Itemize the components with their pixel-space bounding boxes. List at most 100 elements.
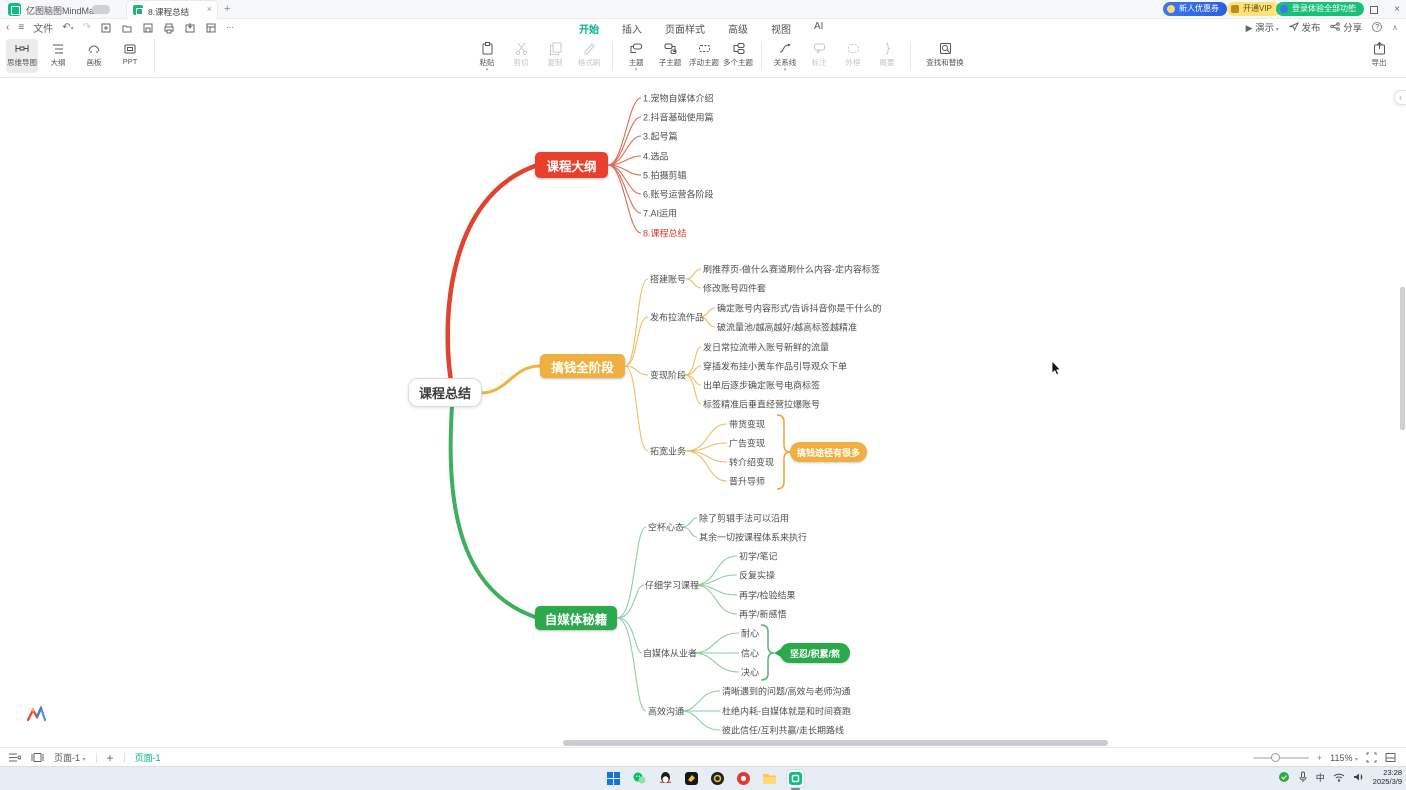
export-file-icon[interactable] [184, 22, 196, 34]
taskbar-icon-file-explorer[interactable] [760, 769, 779, 788]
open-vip-button[interactable]: 开通VIP [1227, 2, 1280, 16]
node[interactable]: 清晰遇到的问题/高效与老师沟通 [722, 685, 851, 698]
save-icon[interactable] [142, 22, 154, 34]
node[interactable]: 2.抖音基础使用篇 [643, 111, 714, 124]
taskbar-icon-jianying[interactable] [682, 769, 701, 788]
taskbar-icon-wechat[interactable] [630, 769, 649, 788]
node[interactable]: 拓宽业务 [650, 445, 686, 458]
page-list-icon[interactable] [8, 752, 21, 763]
node[interactable]: 发日常拉流带入账号新鲜的流量 [703, 341, 829, 354]
topic-media-secrets[interactable]: 自媒体秘籍 [535, 606, 617, 630]
vertical-scrollbar[interactable] [1400, 287, 1405, 430]
minimap-icon[interactable] [1385, 752, 1396, 763]
node[interactable]: 刷推荐页-做什么赛道刷什么内容-定内容标签 [703, 263, 880, 276]
add-page-button[interactable]: + [107, 751, 114, 765]
node[interactable]: 5.拍摄剪辑 [643, 169, 687, 182]
node-highlighted[interactable]: 8.课程总结 [643, 227, 687, 240]
summary-callout-money[interactable]: 搞钱途径有很多 [790, 442, 867, 462]
fit-screen-icon[interactable] [1366, 752, 1377, 763]
node[interactable]: 空杯心态 [648, 521, 684, 534]
node[interactable]: 初学/笔记 [739, 550, 778, 563]
node[interactable]: 广告变现 [729, 437, 765, 450]
node[interactable]: 发布拉流作品 [650, 311, 704, 324]
close-button[interactable]: × [1394, 4, 1400, 15]
node[interactable]: 反复实操 [739, 569, 775, 582]
node[interactable]: 标签精准后垂直经营拉爆账号 [703, 398, 820, 411]
node[interactable]: 转介绍变现 [729, 456, 774, 469]
present-button[interactable]: ▶ 演示 ▾ [1246, 20, 1279, 34]
open-folder-icon[interactable] [121, 22, 133, 34]
node[interactable]: 破流量池/越高越好/越高标签越精准 [717, 321, 857, 334]
view-ppt-button[interactable]: PPT [114, 39, 146, 73]
hamburger-icon[interactable]: ≡ [18, 22, 24, 33]
toolbar-floating-topic-button[interactable]: 浮动主题 [687, 39, 721, 68]
node[interactable]: 7.AI运用 [643, 207, 677, 220]
collapse-ribbon-icon[interactable]: ∧ [1392, 23, 1398, 32]
back-icon[interactable]: ‹ [6, 22, 9, 33]
redo-icon[interactable]: ↷ [83, 22, 91, 33]
view-mindmap-button[interactable]: 思维导图 [6, 39, 38, 73]
central-topic[interactable]: 课程总结 [408, 378, 482, 407]
node[interactable]: 自媒体从业者 [643, 647, 697, 660]
horizontal-scrollbar[interactable] [563, 740, 1108, 746]
new-tab-button[interactable]: + [224, 3, 230, 15]
new-file-icon[interactable] [100, 22, 112, 34]
right-panel-collapse-arrow[interactable]: ‹ [1394, 90, 1406, 105]
zoom-in-button[interactable]: + [1317, 753, 1322, 763]
microphone-icon[interactable] [1298, 771, 1308, 783]
zoom-slider[interactable] [1253, 757, 1309, 759]
page-select[interactable]: 页面-1 ▾ [54, 751, 86, 764]
page-thumbnail-icon[interactable] [31, 752, 44, 763]
node[interactable]: 高效沟通 [648, 705, 684, 718]
toolbar-multiple-topics-button[interactable]: 多个主题 [721, 39, 755, 68]
toolbar-paste-button[interactable]: 粘贴▾ [470, 39, 504, 72]
toolbar-relationship-button[interactable]: 关系线▾ [768, 39, 802, 72]
more-tools-icon[interactable]: ⋯ [226, 23, 234, 32]
node[interactable]: 决心 [741, 666, 759, 679]
node[interactable]: 6.账号运营各阶段 [643, 188, 714, 201]
topic-money-stages[interactable]: 搞钱全阶段 [540, 354, 625, 378]
zoom-slider-knob[interactable] [1271, 753, 1280, 762]
node[interactable]: 除了剪辑手法可以沿用 [699, 512, 789, 525]
node[interactable]: 搭建账号 [650, 273, 686, 286]
file-menu[interactable]: 文件 [33, 20, 53, 35]
toolbar-find-replace-button[interactable]: 查找和替换 [917, 39, 973, 68]
topic-course-outline[interactable]: 课程大纲 [535, 152, 608, 178]
taskbar-icon-qq[interactable] [656, 769, 675, 788]
node[interactable]: 彼此信任/互利共赢/走长期路线 [722, 724, 844, 737]
toolbar-topic-button[interactable]: 主题▾ [619, 39, 653, 72]
zoom-level[interactable]: 115% ▾ [1330, 753, 1358, 763]
toolbar-export-button[interactable]: 导出 [1362, 41, 1396, 68]
node[interactable]: 穿插发布挂小黄车作品引导观众下单 [703, 360, 847, 373]
ime-indicator[interactable]: 中 [1316, 771, 1325, 784]
node[interactable]: 仔细学习课程 [645, 579, 699, 592]
node[interactable]: 3.起号篇 [643, 130, 678, 143]
node[interactable]: 出单后逐步确定账号电商标签 [703, 379, 820, 392]
view-board-button[interactable]: 画板 [78, 39, 110, 73]
tab-close-icon[interactable]: × [207, 4, 212, 14]
help-button[interactable]: ? [1372, 22, 1382, 32]
volume-icon[interactable] [1353, 772, 1365, 782]
taskbar-clock[interactable]: 23:28 2025/3/9 [1373, 768, 1402, 786]
maximize-button[interactable] [1370, 6, 1378, 14]
undo-icon[interactable]: ↶▾ [62, 22, 73, 33]
node[interactable]: 确定账号内容形式/告诉抖音你是干什么的 [717, 302, 882, 315]
node[interactable]: 杜绝内耗-自媒体就是和时间赛跑 [722, 705, 851, 718]
wifi-icon[interactable] [1333, 772, 1345, 782]
document-tab[interactable]: 8.课程总结 × [126, 0, 218, 19]
newcomer-coupon-button[interactable]: 新人优惠券 [1163, 2, 1227, 16]
node[interactable]: 其余一切按课程体系来执行 [699, 531, 807, 544]
node[interactable]: 再学/检验结果 [739, 589, 796, 602]
taskbar-start-button[interactable] [604, 769, 623, 788]
template-icon[interactable] [205, 22, 217, 34]
taskbar-icon-douyin-helper[interactable] [708, 769, 727, 788]
mindmap-canvas[interactable]: 课程总结 课程大纲 搞钱全阶段 自媒体秘籍 1.宠物自媒体介绍 2.抖音基础使用… [0, 78, 1406, 747]
minimize-button[interactable]: – [1349, 4, 1355, 15]
node[interactable]: 耐心 [741, 627, 759, 640]
publish-button[interactable]: 发布 [1289, 20, 1321, 34]
toolbar-subtopic-button[interactable]: 子主题 [653, 39, 687, 68]
summary-callout-persistence[interactable]: 坚忍/积累/熬 [780, 643, 850, 663]
view-outline-button[interactable]: 大纲 [42, 39, 74, 73]
node[interactable]: 变现阶段 [650, 369, 686, 382]
page-tab-active[interactable]: 页面-1 [135, 751, 161, 764]
